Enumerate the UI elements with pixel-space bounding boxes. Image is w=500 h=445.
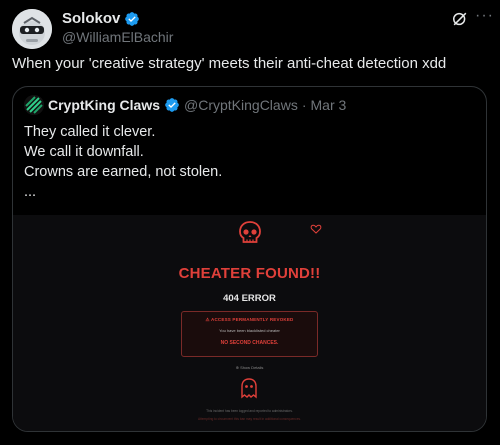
quoted-post[interactable]: CryptKing Claws @CryptKingClaws · Mar 3 …	[12, 86, 487, 432]
post-text: When your 'creative strategy' meets thei…	[12, 55, 447, 72]
masked-robot-avatar-icon	[12, 9, 52, 49]
show-details-text: Show Details	[240, 365, 264, 370]
separator-dot: ·	[301, 97, 307, 113]
quoted-avatar[interactable]	[24, 95, 44, 115]
quoted-name-row: CryptKing Claws @CryptKingClaws · Mar 3	[48, 97, 346, 113]
ghost-icon	[241, 378, 257, 399]
author-handle[interactable]: @WilliamElBachir	[62, 29, 173, 45]
alert-title-text: ACCESS PERMANENTLY REVOKED	[211, 317, 294, 322]
heart-icon	[310, 224, 322, 234]
quoted-body-line: Crowns are earned, not stolen.	[24, 164, 223, 180]
quoted-date[interactable]: Mar 3	[311, 97, 347, 113]
quoted-body-line: They called it clever.	[24, 124, 156, 140]
revoked-alert-box: ⚠ ACCESS PERMANENTLY REVOKED You have be…	[181, 311, 318, 357]
alert-message: You have been blacklisted cheater	[219, 328, 280, 333]
quoted-display-name[interactable]: CryptKing Claws	[48, 97, 160, 113]
quoted-body-line: ...	[24, 184, 37, 200]
skull-icon	[239, 221, 261, 243]
footer-warning: Attempting to circumvent this ban may re…	[198, 417, 301, 421]
more-options-icon[interactable]: ···	[475, 7, 494, 25]
alert-cta: NO SECOND CHANCES.	[220, 340, 279, 346]
author-display-name[interactable]: Solokov	[62, 10, 120, 27]
avatar[interactable]	[12, 9, 52, 49]
quoted-body-line: We call it downfall.	[24, 144, 144, 160]
quoted-media-image[interactable]: CHEATER FOUND!! 404 ERROR ⚠ ACCESS PERMA…	[13, 215, 486, 431]
author-name-row: Solokov	[62, 10, 140, 27]
show-details-link: ⊕ Show Details	[13, 365, 486, 370]
verified-badge-icon	[165, 98, 179, 112]
grok-icon[interactable]	[450, 9, 470, 29]
error-code: 404 ERROR	[223, 293, 276, 304]
verified-badge-icon	[125, 11, 140, 26]
alert-title: ⚠ ACCESS PERMANENTLY REVOKED	[182, 317, 317, 323]
footer-note: This incident has been logged and report…	[206, 409, 293, 413]
quoted-handle[interactable]: @CryptKingClaws	[184, 97, 298, 113]
quoted-body: They called it clever. We call it downfa…	[24, 122, 222, 202]
green-striped-shield-avatar-icon	[24, 95, 44, 115]
cheater-title: CHEATER FOUND!!	[178, 265, 321, 282]
